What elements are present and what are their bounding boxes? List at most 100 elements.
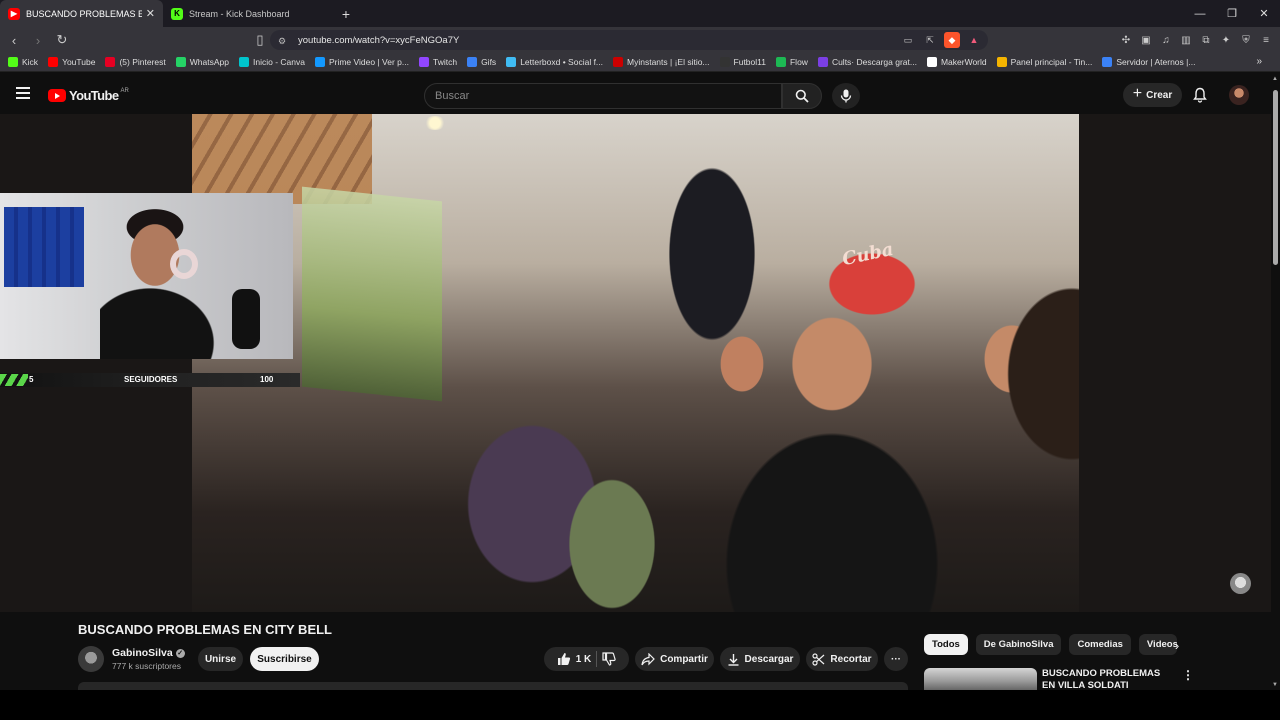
site-settings-icon[interactable]: ⚙	[278, 36, 288, 46]
extensions-icon[interactable]: ✣	[1118, 31, 1134, 49]
account-avatar[interactable]	[1229, 85, 1249, 105]
bookmark-item[interactable]: Letterboxd • Social f...	[506, 57, 603, 67]
bookmark-item[interactable]: Inicio - Canva	[238, 57, 305, 67]
bookmark-favicon-icon	[926, 57, 937, 67]
bookmark-item[interactable]: Twitch	[418, 57, 458, 67]
share-button[interactable]: Compartir	[635, 647, 714, 671]
bookmarks-overflow-icon[interactable]: »	[1256, 56, 1262, 67]
scroll-up-icon[interactable]: ▲	[1272, 76, 1278, 82]
bookmark-item[interactable]: Cults· Descarga grat...	[817, 57, 917, 67]
new-tab-button[interactable]: +	[334, 0, 358, 27]
like-dislike-group: 1 K	[544, 647, 629, 671]
tab-youtube[interactable]: ▶ BUSCANDO PROBLEMAS EN CIT ✕	[0, 0, 163, 27]
scroll-down-icon[interactable]: ▼	[1272, 682, 1278, 688]
youtube-header: YouTube AR Buscar + Crear	[0, 72, 1280, 114]
bookmark-item[interactable]: WhatsApp	[175, 57, 229, 67]
vpn-icon[interactable]: ⛨	[1238, 31, 1254, 49]
reload-icon[interactable]: ↻	[52, 30, 72, 50]
recommended-video-title[interactable]: BUSCANDO PROBLEMAS EN VILLA SOLDATI	[1042, 668, 1172, 690]
notifications-bell-icon[interactable]	[1192, 87, 1208, 103]
back-icon[interactable]: ‹	[4, 30, 24, 50]
window-controls: — ❐ ✕	[1184, 0, 1280, 27]
media-icon[interactable]: ♫	[1158, 31, 1174, 49]
kebab-menu-icon[interactable]: ⋮	[1182, 668, 1194, 682]
scissors-icon	[812, 652, 825, 666]
bookmark-label: Gifs	[481, 57, 497, 67]
ceiling-lamp	[424, 116, 446, 130]
bookmark-label: Twitch	[432, 57, 458, 67]
search-button[interactable]	[782, 83, 822, 109]
wallet-icon[interactable]: ▣	[1138, 31, 1154, 49]
video-frame[interactable]: Cuba	[192, 114, 1079, 612]
bookmark-label: Kick	[22, 57, 39, 67]
chip-all[interactable]: Todos	[924, 634, 968, 655]
minimize-icon[interactable]: —	[1184, 0, 1216, 27]
bookmark-favicon-icon	[817, 57, 828, 67]
streamer	[100, 203, 220, 359]
sidebar-icon[interactable]: ▥	[1178, 31, 1194, 49]
bookmark-item[interactable]: (5) Pinterest	[105, 57, 166, 67]
subscriber-count: 777 k suscriptores	[112, 661, 181, 671]
bookmark-item[interactable]: Servidor | Aternos |...	[1102, 57, 1195, 67]
bookmark-item[interactable]: Prime Video | Ver p...	[314, 57, 409, 67]
bookmark-label: Cults· Descarga grat...	[831, 57, 917, 67]
chip-comedies[interactable]: Comedias	[1069, 634, 1131, 655]
url-bar[interactable]: ⚙ youtube.com/watch?v=xycFeNGOa7Y ▭ ⇱ ◆ …	[270, 30, 988, 50]
hamburger-menu-icon[interactable]	[16, 87, 30, 99]
country-code: AR	[120, 87, 129, 94]
floating-avatar[interactable]	[1230, 573, 1251, 594]
youtube-play-icon	[48, 89, 66, 102]
thumbs-down-icon[interactable]	[602, 652, 616, 666]
screenshot-icon[interactable]: ▭	[900, 32, 916, 48]
like-divider	[596, 651, 598, 667]
chip-from-channel[interactable]: De GabinoSilva	[975, 634, 1062, 655]
youtube-logo[interactable]: YouTube AR	[48, 88, 129, 103]
voice-search-button[interactable]	[832, 83, 860, 109]
description-box[interactable]	[78, 682, 908, 690]
bookmark-item[interactable]: YouTube	[48, 57, 95, 67]
channel-name[interactable]: GabinoSilva ✓	[112, 647, 185, 659]
subscribe-button[interactable]: Suscribirse	[250, 647, 319, 671]
tab-kick-dashboard[interactable]: K Stream - Kick Dashboard	[163, 0, 326, 27]
join-button[interactable]: Unirse	[198, 647, 243, 671]
chevron-right-icon[interactable]: ›	[1168, 636, 1186, 654]
channel-avatar[interactable]	[78, 646, 104, 672]
brave-shield-icon[interactable]: ◆	[944, 32, 960, 48]
share-page-icon[interactable]: ⇱	[922, 32, 938, 48]
brave-rewards-icon[interactable]: ▲	[966, 32, 982, 48]
bookmark-item[interactable]: MakerWorld	[926, 57, 987, 67]
recommended-video-thumbnail[interactable]	[924, 668, 1037, 690]
clip-button[interactable]: Recortar	[806, 647, 878, 671]
tab-title: BUSCANDO PROBLEMAS EN CIT	[26, 8, 142, 19]
bookmark-favicon-icon	[719, 57, 730, 67]
video-player[interactable]: Cuba 5 SEGUIDORES 100	[0, 114, 1271, 612]
maximize-icon[interactable]: ❐	[1216, 0, 1248, 27]
bookmark-item[interactable]: Panel principal - Tin...	[996, 57, 1092, 67]
search-input[interactable]: Buscar	[424, 83, 782, 109]
like-button[interactable]: 1 K	[557, 652, 591, 666]
bookmark-item[interactable]: Futbol11	[719, 57, 766, 67]
cap-logo-text: Cuba	[840, 238, 896, 271]
forward-icon[interactable]: ›	[28, 30, 48, 50]
close-window-icon[interactable]: ✕	[1248, 0, 1280, 27]
close-tab-icon[interactable]: ✕	[146, 7, 155, 20]
scrollbar-thumb[interactable]	[1273, 90, 1278, 265]
page-scrollbar[interactable]: ▲ ▼	[1271, 72, 1280, 690]
more-actions-button[interactable]: ···	[884, 647, 908, 671]
kick-icon: K	[171, 7, 183, 20]
leo-ai-icon[interactable]: ✦	[1218, 31, 1234, 49]
bookmark-favicon-icon	[775, 57, 786, 67]
create-button[interactable]: + Crear	[1123, 83, 1182, 107]
tabs-icon[interactable]: ⧉	[1198, 31, 1214, 49]
url-text: youtube.com/watch?v=xycFeNGOa7Y	[298, 34, 460, 46]
download-button[interactable]: Descargar	[720, 647, 800, 671]
bookmark-item[interactable]: Flow	[775, 57, 808, 67]
bookmark-icon[interactable]: ▯	[250, 30, 270, 50]
follower-goal-bar: 5 SEGUIDORES 100	[0, 373, 300, 387]
thumbs-up-icon	[557, 653, 570, 665]
clip-label: Recortar	[830, 653, 872, 665]
bookmark-item[interactable]: Gifs	[467, 57, 496, 67]
bookmark-item[interactable]: Kick	[8, 57, 38, 67]
bookmark-item[interactable]: Myinstants | ¡El sitio...	[613, 57, 710, 67]
menu-icon[interactable]: ≡	[1258, 31, 1274, 49]
